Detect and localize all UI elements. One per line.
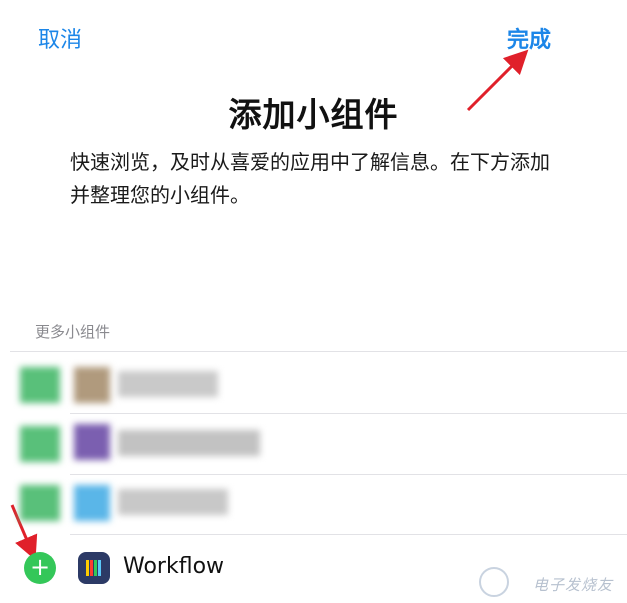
divider	[10, 351, 627, 352]
watermark: 电子发烧友	[532, 576, 613, 594]
add-icon[interactable]	[20, 367, 60, 403]
add-icon[interactable]	[20, 485, 60, 521]
app-icon	[74, 367, 110, 403]
widget-name	[118, 371, 218, 397]
workflow-app-icon	[78, 552, 110, 584]
add-icon[interactable]	[20, 426, 60, 462]
done-button[interactable]: 完成	[507, 22, 551, 54]
watermark-logo-icon	[479, 567, 509, 597]
widget-name	[118, 430, 260, 456]
widget-row[interactable]	[0, 355, 627, 415]
page-description: 快速浏览，及时从喜爱的应用中了解信息。在下方添加并整理您的小组件。	[70, 150, 550, 207]
cancel-button[interactable]: 取消	[38, 22, 82, 54]
divider	[70, 534, 627, 535]
app-icon	[74, 424, 110, 460]
section-label: 更多小组件	[35, 323, 111, 341]
widget-name: Workflow	[123, 554, 225, 579]
page-title: 添加小组件	[228, 95, 399, 134]
add-widget-button[interactable]: +	[24, 552, 56, 584]
app-icon	[74, 485, 110, 521]
widget-name	[118, 489, 228, 515]
widget-row[interactable]	[0, 414, 627, 474]
widget-row[interactable]	[0, 473, 627, 533]
